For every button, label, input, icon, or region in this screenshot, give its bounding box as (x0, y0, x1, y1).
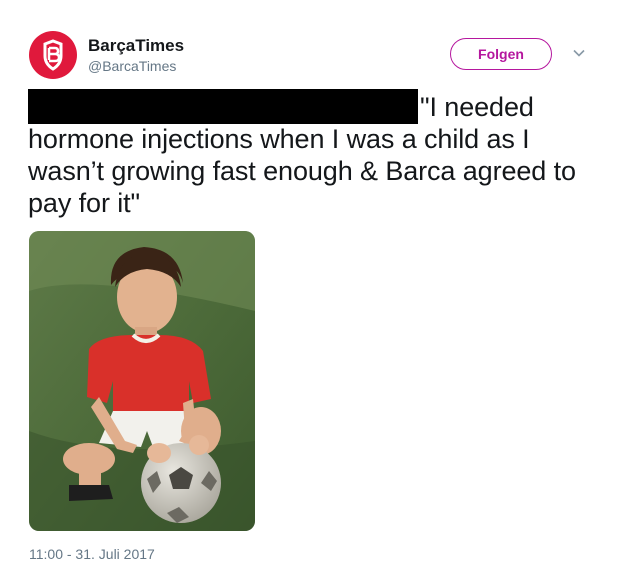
chevron-down-icon[interactable] (572, 46, 586, 60)
tweet-timestamp[interactable]: 11:00 - 31. Juli 2017 (29, 546, 155, 562)
barcatimes-logo-icon (43, 39, 63, 71)
account-handle[interactable]: @BarcaTimes (88, 58, 176, 74)
tweet-photo[interactable] (29, 231, 255, 531)
photo-child-with-football (29, 231, 255, 531)
redaction-bar (28, 89, 418, 124)
avatar[interactable] (29, 31, 77, 79)
account-name[interactable]: BarçaTimes (88, 36, 184, 56)
follow-button[interactable]: Folgen (450, 38, 552, 70)
